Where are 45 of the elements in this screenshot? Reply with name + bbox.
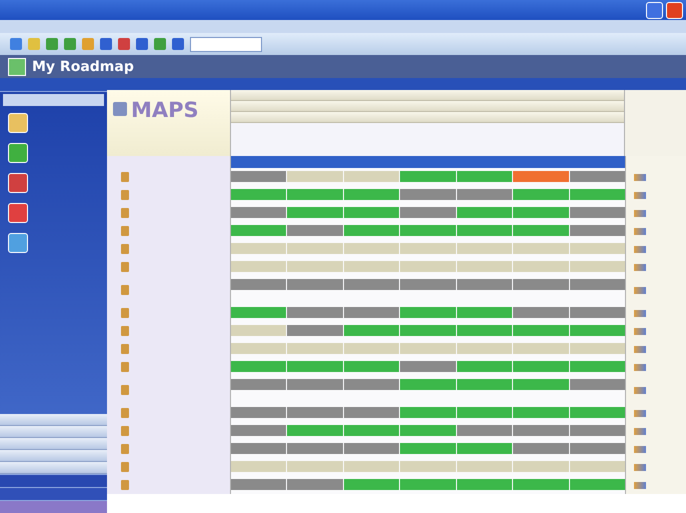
sidebar-item-icon[interactable] [8, 233, 28, 253]
toolbar-icon[interactable] [154, 38, 166, 50]
toolbar-icon[interactable] [118, 38, 130, 50]
task-row[interactable] [107, 276, 686, 304]
task-row[interactable] [107, 340, 686, 358]
close-button[interactable] [666, 2, 683, 18]
task-row[interactable] [107, 304, 686, 322]
toolbar-icon[interactable] [46, 38, 58, 50]
sidebar-section-button[interactable] [0, 500, 107, 513]
sidebar-section-button[interactable] [0, 474, 107, 487]
toolbar-icon[interactable] [100, 38, 112, 50]
minimize-button[interactable] [646, 2, 663, 18]
task-row[interactable] [107, 168, 686, 186]
task-row[interactable] [107, 204, 686, 222]
sidebar-item-icon[interactable] [8, 203, 28, 223]
task-icon [121, 285, 129, 295]
sidebar-link[interactable] [0, 426, 107, 438]
sidebar-link[interactable] [0, 462, 107, 474]
task-row[interactable] [107, 440, 686, 458]
toolbar-dropdown[interactable] [190, 36, 262, 52]
task-icon [121, 385, 129, 395]
task-row[interactable] [107, 186, 686, 204]
page-title: My Roadmap [32, 58, 134, 74]
sidebar-section-button[interactable] [0, 487, 107, 500]
task-row[interactable] [107, 376, 686, 404]
column-header [624, 90, 686, 156]
task-row[interactable] [107, 222, 686, 240]
task-row[interactable] [107, 240, 686, 258]
task-row[interactable] [107, 476, 686, 494]
logo: MAPS [131, 98, 199, 122]
toolbar-icon[interactable] [172, 38, 184, 50]
sidebar-link[interactable] [0, 438, 107, 450]
task-row[interactable] [107, 358, 686, 376]
task-row[interactable] [107, 458, 686, 476]
task-row[interactable] [107, 258, 686, 276]
task-row[interactable] [107, 322, 686, 340]
toolbar-icon[interactable] [10, 38, 22, 50]
task-row[interactable] [107, 404, 686, 422]
task-row[interactable] [107, 422, 686, 440]
sidebar-item-icon[interactable] [8, 173, 28, 193]
sidebar-link[interactable] [0, 414, 107, 426]
sidebar-item-icon[interactable] [8, 143, 28, 163]
toolbar-icon[interactable] [136, 38, 148, 50]
sidebar-link[interactable] [0, 450, 107, 462]
toolbar-icon[interactable] [64, 38, 76, 50]
